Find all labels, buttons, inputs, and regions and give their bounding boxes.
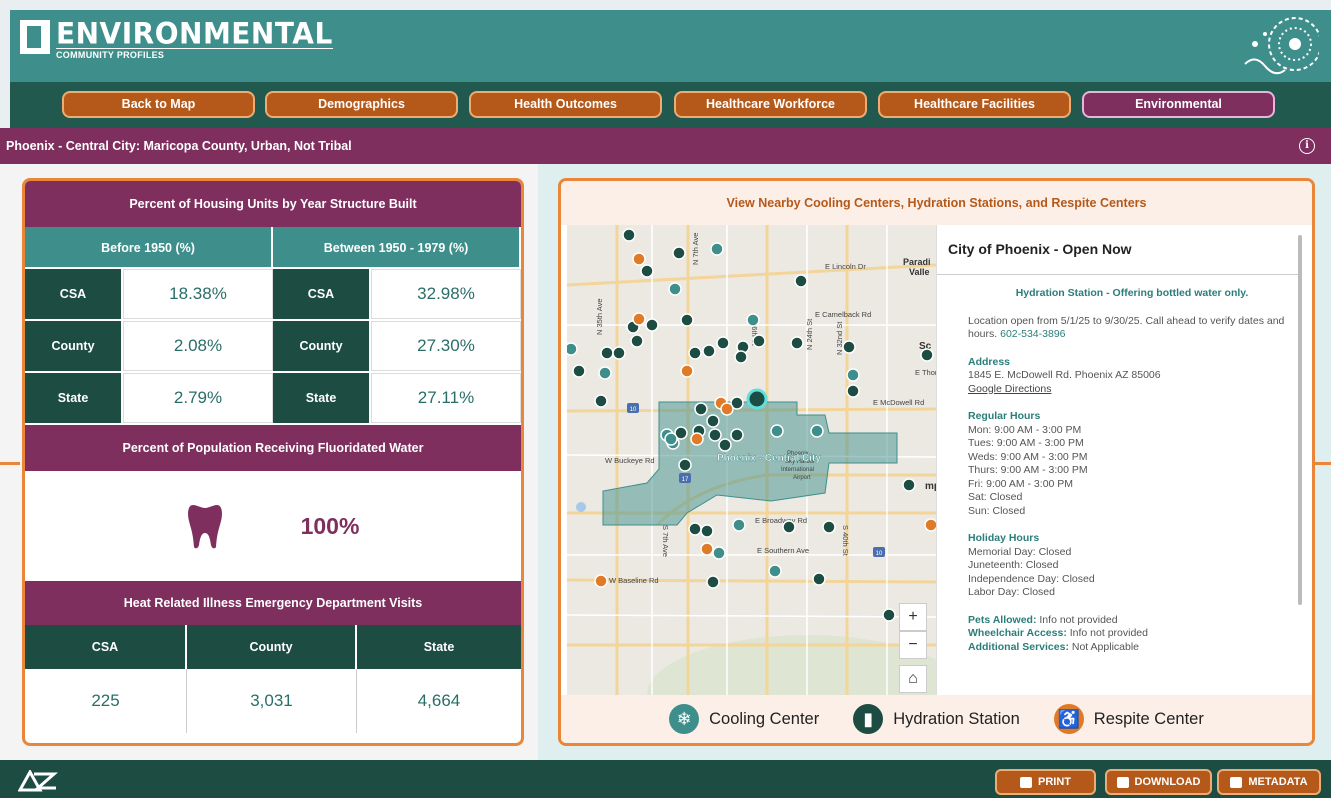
svg-text:N 24th St: N 24th St [805,318,814,350]
decorative-pattern-icon [1244,17,1319,75]
table-row: County 27.30% [273,321,521,373]
legend-hydration-station: ▮ Hydration Station [853,704,1020,734]
legend-cooling-center: ❄ Cooling Center [669,704,819,734]
wheelchair-icon: ♿ [1053,704,1084,734]
zoom-in-button[interactable]: + [899,603,927,631]
nav-demographics[interactable]: Demographics [265,91,458,118]
main-content: Percent of Housing Units by Year Structu… [0,164,1331,760]
table-row: State 2.79% [25,373,273,425]
svg-text:N 7th Ave: N 7th Ave [691,233,700,265]
fluoride-value: 100% [300,512,360,539]
home-button[interactable]: ⌂ [899,665,927,693]
svg-text:10: 10 [876,551,883,557]
download-icon [1116,776,1129,788]
svg-text:Airport: Airport [793,475,811,481]
table-row: CSA 18.38% [25,269,273,321]
svg-text:W Baseline Rd: W Baseline Rd [609,576,659,585]
region-title: Phoenix - Central City: Maricopa County,… [6,139,352,153]
table-row: State 27.11% [273,373,521,425]
popup-subtitle: Hydration Station - Offering bottled wat… [1015,287,1249,299]
svg-text:S 7th Ave: S 7th Ave [661,525,670,557]
nav-health-outcomes[interactable]: Health Outcomes [469,91,662,118]
phone-link[interactable]: 602-534-3896 [1000,328,1065,340]
app-footer: PRINT DOWNLOAD METADATA [0,760,1331,798]
col-1950-1979: Between 1950 - 1979 (%) [273,227,521,269]
document-icon [1230,776,1243,788]
nav-healthcare-workforce[interactable]: Healthcare Workforce [674,91,867,118]
info-icon[interactable]: i [1299,138,1315,154]
print-button[interactable]: PRINT [995,769,1096,795]
snowflake-icon: ❄ [669,704,700,734]
app-logo: ENVIRONMENTAL COMMUNITY PROFILES [20,16,333,60]
app-header: ENVIRONMENTAL COMMUNITY PROFILES [10,10,1331,82]
table-row: County 2.08% [25,321,273,373]
map-view[interactable]: E Lincoln Dr Paradi Valle E Camelback Rd… [567,225,936,695]
svg-text:mp: mp [925,481,936,492]
nav-environmental[interactable]: Environmental [1082,91,1275,118]
arizona-map-icon [20,20,50,54]
google-directions-link[interactable]: Google Directions [968,383,1296,397]
legend-respite-center: ♿ Respite Center [1053,704,1204,734]
water-bottle-icon: ▮ [853,704,884,734]
table-row: CSA 32.98% [273,269,521,321]
svg-text:E McDowell Rd: E McDowell Rd [873,398,924,407]
logo-title: ENVIRONMENTAL [56,16,333,51]
az-logo-icon [18,770,58,792]
svg-text:Phoenix - Central City: Phoenix - Central City [717,453,821,464]
svg-text:S 40th St: S 40th St [841,525,850,557]
svg-text:E Southern Ave: E Southern Ave [757,546,809,555]
housing-title: Percent of Housing Units by Year Structu… [25,181,521,227]
location-popup: City of Phoenix - Open Now Hydration Sta… [936,225,1306,695]
nav-healthcare-facilities[interactable]: Healthcare Facilities [878,91,1071,118]
download-button[interactable]: DOWNLOAD [1105,769,1212,795]
popup-title: City of Phoenix - Open Now [937,225,1300,275]
svg-text:N 35th Ave: N 35th Ave [595,298,604,335]
housing-table: Before 1950 (%) CSA 18.38% County 2.08% St… [25,227,521,425]
metadata-button[interactable]: METADATA [1217,769,1321,795]
tooth-icon [187,505,222,549]
main-nav: Back to Map Demographics Health Outcomes… [10,82,1331,128]
svg-text:E Camelback Rd: E Camelback Rd [815,310,871,319]
svg-text:E Thor: E Thor [915,368,936,377]
svg-text:10: 10 [630,407,637,413]
map-title: View Nearby Cooling Centers, Hydration S… [561,181,1312,225]
svg-text:International: International [781,467,814,473]
region-bar: Phoenix - Central City: Maricopa County,… [0,128,1331,164]
svg-text:Paradi: Paradi [903,257,931,267]
heat-table: CSA 225 County 3,031 State 4,664 [25,625,521,733]
nav-back-to-map[interactable]: Back to Map [62,91,255,118]
map-canvas[interactable]: E Lincoln Dr Paradi Valle E Camelback Rd… [567,225,936,695]
svg-text:N 32nd St: N 32nd St [835,321,844,355]
svg-text:E Broadway Rd: E Broadway Rd [755,516,807,525]
heat-title: Heat Related Illness Emergency Departmen… [25,581,521,625]
svg-text:17: 17 [682,477,689,483]
zoom-out-button[interactable]: − [899,631,927,659]
popup-scrollbar[interactable] [1298,235,1302,605]
svg-text:Valle: Valle [909,267,930,277]
map-panel: View Nearby Cooling Centers, Hydration S… [558,178,1315,746]
stats-panel: Percent of Housing Units by Year Structu… [22,178,524,746]
fluoride-title: Percent of Population Receiving Fluorida… [25,425,521,471]
col-before-1950: Before 1950 (%) [25,227,273,269]
svg-text:W Buckeye Rd: W Buckeye Rd [605,456,655,465]
fluoride-value-box: 100% [25,471,521,581]
svg-text:E Lincoln Dr: E Lincoln Dr [825,262,866,271]
map-legend: ❄ Cooling Center ▮ Hydration Station ♿ R… [561,695,1312,743]
printer-icon [1020,776,1032,788]
